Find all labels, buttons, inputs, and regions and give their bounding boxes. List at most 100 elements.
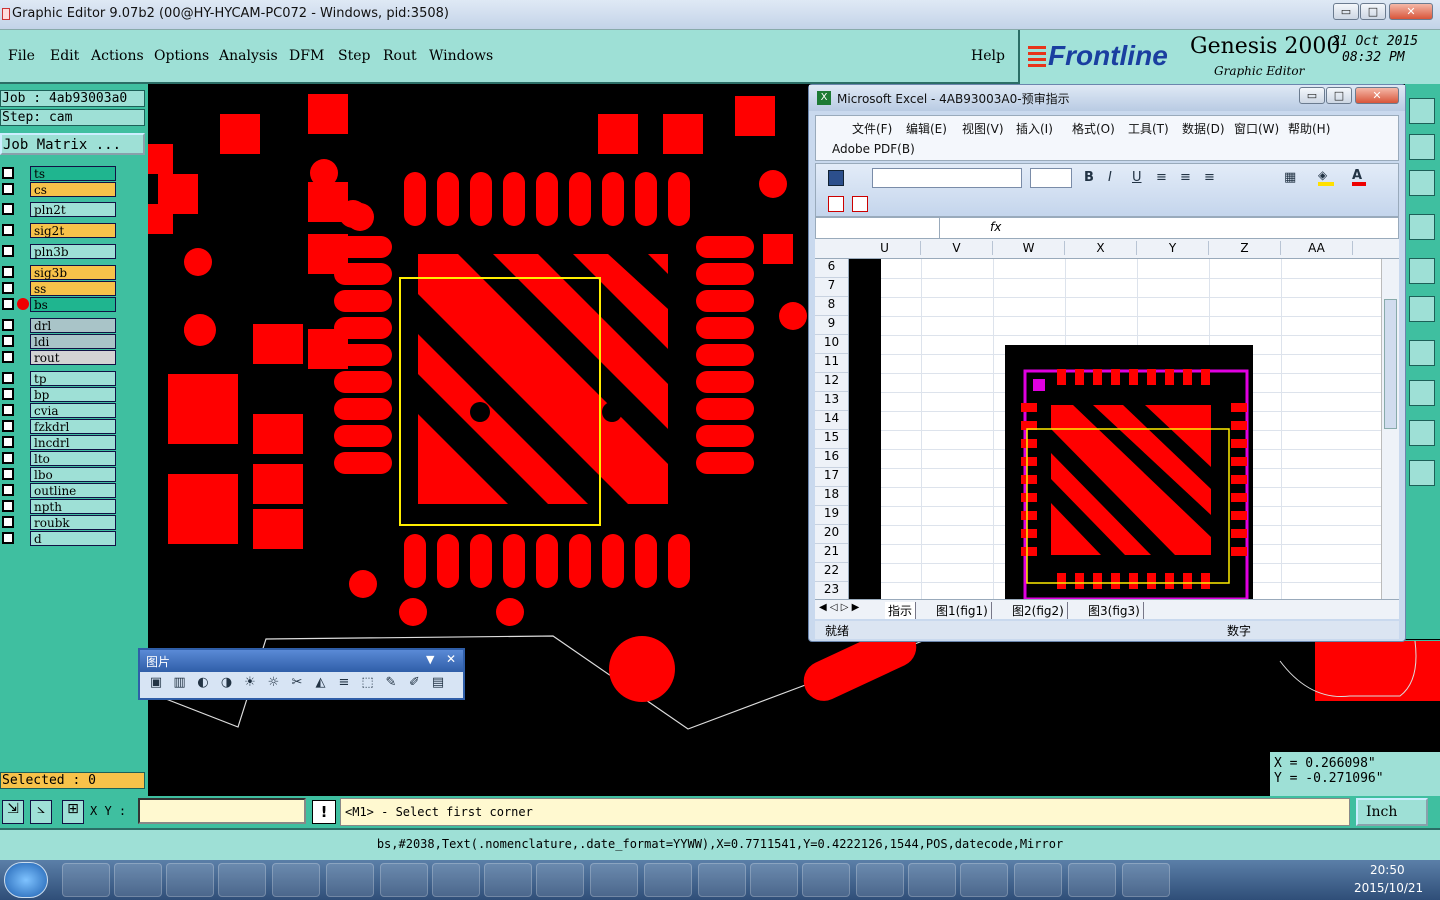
vertical-scrollbar[interactable] <box>1381 259 1399 599</box>
layer-row-roubk[interactable]: roubk <box>0 515 118 530</box>
tool-button-3[interactable] <box>1409 170 1435 196</box>
excel-menu-item[interactable]: 视图(V) <box>962 120 1004 137</box>
menu-rout[interactable]: Rout <box>383 48 417 64</box>
picture-toolbar-dropdown-icon[interactable]: ▼ <box>426 653 434 666</box>
taskbar-app-button[interactable] <box>380 863 428 897</box>
row-header[interactable]: 22 <box>815 563 848 582</box>
italic-icon[interactable]: I <box>1108 170 1112 185</box>
row-header[interactable]: 17 <box>815 468 848 487</box>
row-header[interactable]: 12 <box>815 373 848 392</box>
layer-row-pln2t[interactable]: pln2t <box>0 202 118 217</box>
layer-checkbox[interactable] <box>2 282 14 294</box>
tool-button-1[interactable] <box>1409 98 1435 124</box>
align-center-icon[interactable]: ≡ <box>1180 170 1191 185</box>
layer-row-lto[interactable]: lto <box>0 451 118 466</box>
picture-tool-icon[interactable]: ✎ <box>381 675 401 695</box>
row-header[interactable]: 10 <box>815 335 848 354</box>
menu-step[interactable]: Step <box>338 48 370 64</box>
taskbar-app-button[interactable] <box>218 863 266 897</box>
column-header[interactable]: W <box>993 241 1065 255</box>
picture-tool-icon[interactable]: ▣ <box>146 675 166 695</box>
tool-button-10[interactable] <box>1409 460 1435 486</box>
layer-row-ldi[interactable]: ldi <box>0 334 118 349</box>
layer-row-d[interactable]: d <box>0 531 118 546</box>
layer-row-drl[interactable]: drl <box>0 318 118 333</box>
excel-close-button[interactable]: ✕ <box>1355 87 1399 104</box>
minimize-button[interactable]: ▭ <box>1333 3 1359 20</box>
layer-row-sig3b[interactable]: sig3b <box>0 265 118 280</box>
taskbar-app-button[interactable] <box>1068 863 1116 897</box>
excel-maximize-button[interactable]: □ <box>1326 87 1352 104</box>
layer-row-outline[interactable]: outline <box>0 483 118 498</box>
layer-row-bs[interactable]: bs <box>0 297 118 312</box>
layer-row-pln3b[interactable]: pln3b <box>0 244 118 259</box>
row-header[interactable]: 11 <box>815 354 848 373</box>
picture-tool-icon[interactable]: ◭ <box>311 675 331 695</box>
taskbar-app-button[interactable] <box>750 863 798 897</box>
taskbar-app-button[interactable] <box>1014 863 1062 897</box>
layer-checkbox[interactable] <box>2 436 14 448</box>
row-header[interactable]: 16 <box>815 449 848 468</box>
row-header[interactable]: 21 <box>815 544 848 563</box>
layer-checkbox[interactable] <box>2 298 14 310</box>
picture-toolbar-close-icon[interactable]: ✕ <box>446 652 456 666</box>
layer-checkbox[interactable] <box>2 224 14 236</box>
layer-checkbox[interactable] <box>2 388 14 400</box>
picture-tool-icon[interactable]: ≡ <box>334 675 354 695</box>
picture-tool-icon[interactable]: ✐ <box>405 675 425 695</box>
column-header[interactable]: U <box>849 241 921 255</box>
close-button[interactable]: ✕ <box>1389 3 1433 20</box>
picture-tool-icon[interactable]: ▥ <box>170 675 190 695</box>
embedded-picture[interactable] <box>1005 345 1253 599</box>
excel-menu-item[interactable]: 数据(D) <box>1182 120 1225 137</box>
excel-menu-item[interactable]: 帮助(H) <box>1288 120 1330 137</box>
layer-row-fzkdrl[interactable]: fzkdrl <box>0 419 118 434</box>
taskbar-app-button[interactable] <box>960 863 1008 897</box>
tool-button-2[interactable] <box>1409 134 1435 160</box>
tool-button-8[interactable] <box>1409 380 1435 406</box>
picture-tool-icon[interactable]: ⬚ <box>358 675 378 695</box>
column-header[interactable]: AA <box>1281 241 1353 255</box>
units-button[interactable]: Inch <box>1356 798 1428 826</box>
picture-tool-icon[interactable]: ✂ <box>287 675 307 695</box>
sheet-tab[interactable]: 图3(fig3) <box>1085 602 1144 619</box>
excel-menu-item[interactable]: 窗口(W) <box>1234 120 1279 137</box>
taskbar-app-button[interactable] <box>62 863 110 897</box>
taskbar-app-button[interactable] <box>272 863 320 897</box>
taskbar-app-button[interactable] <box>1122 863 1170 897</box>
taskbar-app-button[interactable] <box>114 863 162 897</box>
pdf-mail-icon[interactable] <box>852 196 868 212</box>
layer-row-rout[interactable]: rout <box>0 350 118 365</box>
layer-checkbox[interactable] <box>2 203 14 215</box>
taskbar-app-button[interactable] <box>590 863 638 897</box>
layer-row-lbo[interactable]: lbo <box>0 467 118 482</box>
row-header[interactable]: 20 <box>815 525 848 544</box>
font-color-icon[interactable]: A <box>1352 168 1366 186</box>
layer-checkbox[interactable] <box>2 468 14 480</box>
layer-row-tp[interactable]: tp <box>0 371 118 386</box>
layer-row-cvia[interactable]: cvia <box>0 403 118 418</box>
picture-tool-icon[interactable]: ▤ <box>428 675 448 695</box>
taskbar-app-button[interactable] <box>432 863 480 897</box>
sheet-tab[interactable]: 图2(fig2) <box>1009 602 1068 619</box>
sheet-tab[interactable]: 指示 <box>885 602 917 619</box>
name-box[interactable] <box>816 218 940 238</box>
layer-checkbox[interactable] <box>2 245 14 257</box>
job-matrix-button[interactable]: Job Matrix ... <box>0 133 145 155</box>
excel-pdf-menu[interactable]: Adobe PDF(B) <box>832 142 915 156</box>
excel-menu-item[interactable]: 编辑(E) <box>906 120 947 137</box>
grid-tool-button[interactable]: ⊞ <box>62 800 84 824</box>
xy-input[interactable] <box>138 798 306 824</box>
underline-icon[interactable]: U <box>1132 170 1142 185</box>
layer-checkbox[interactable] <box>2 319 14 331</box>
picture-tool-icon[interactable]: ◑ <box>217 675 237 695</box>
menu-edit[interactable]: Edit <box>50 48 79 64</box>
layer-row-lncdrl[interactable]: lncdrl <box>0 435 118 450</box>
picture-tool-icon[interactable]: ☼ <box>264 675 284 695</box>
taskbar-app-button[interactable] <box>856 863 904 897</box>
tool-button-7[interactable] <box>1409 340 1435 366</box>
layer-checkbox[interactable] <box>2 372 14 384</box>
layer-checkbox[interactable] <box>2 532 14 544</box>
row-header[interactable]: 23 <box>815 582 848 599</box>
align-right-icon[interactable]: ≡ <box>1204 170 1215 185</box>
